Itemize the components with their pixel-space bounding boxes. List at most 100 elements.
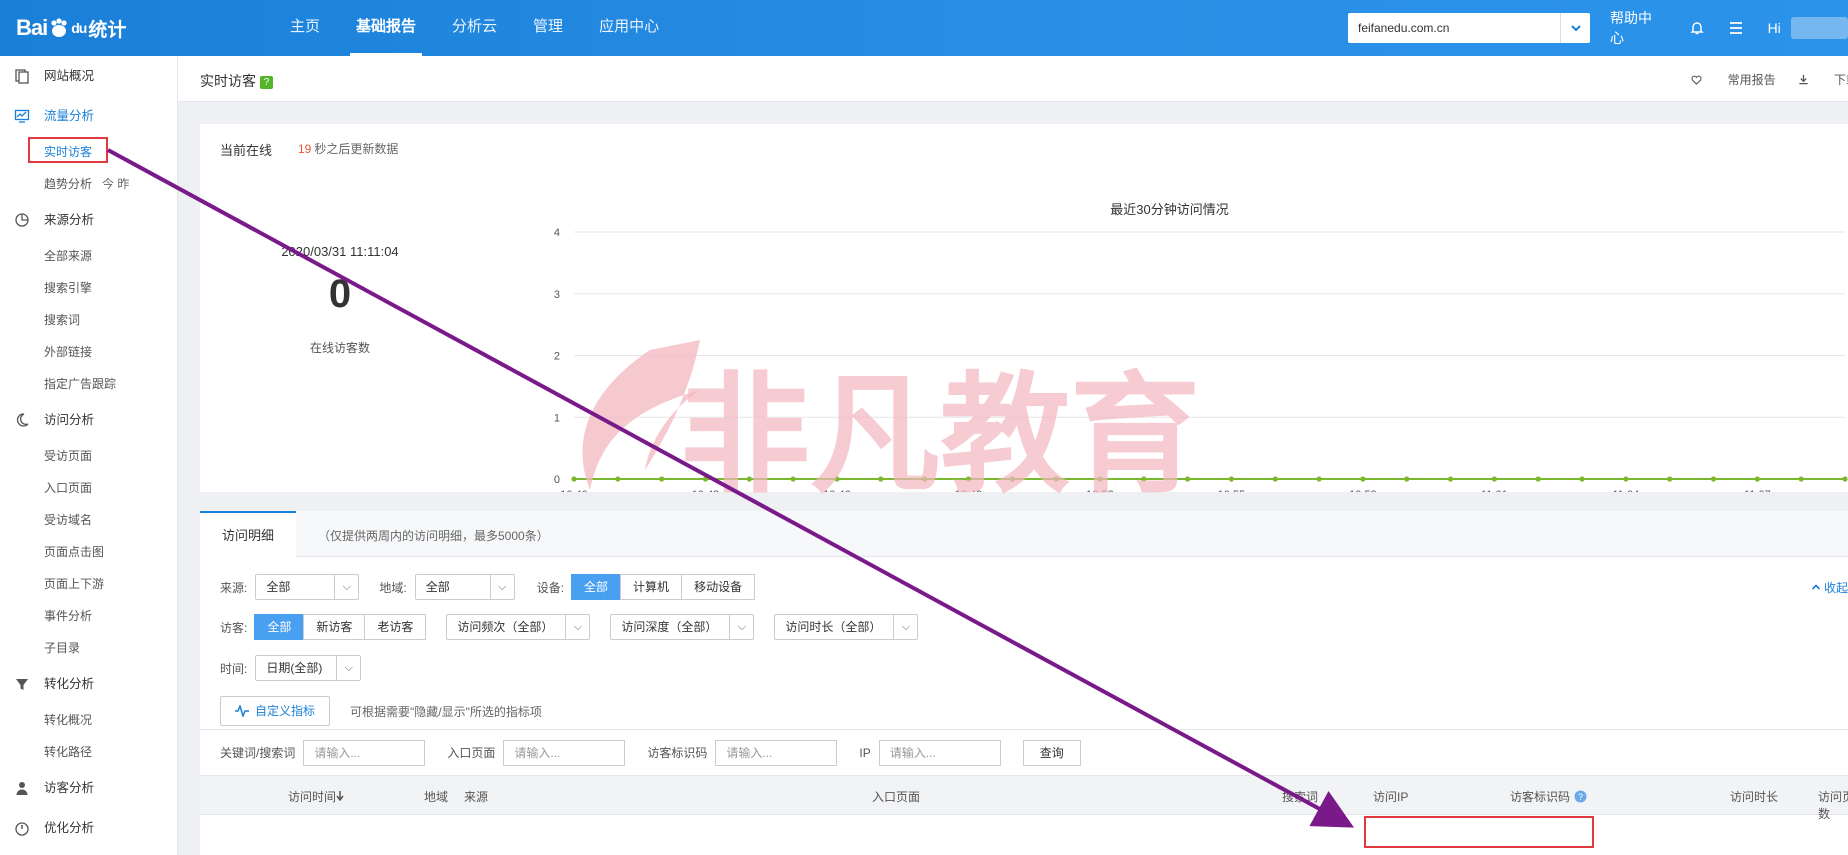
query-button[interactable]: 查询	[1022, 739, 1081, 766]
visits-line-chart: 最近30分钟访问情况 0 1 2 3 4 10:40 10:43 10:46 10:49 10:52…	[554, 202, 1848, 492]
sidebar-item-entry-pages[interactable]: 入口页面	[0, 472, 177, 504]
highlight-box-realtime	[28, 137, 108, 163]
nav-home[interactable]: 主页	[272, 0, 338, 56]
user-name-blurred[interactable]	[1790, 17, 1848, 39]
download-button[interactable]: 下载	[1798, 71, 1848, 88]
svg-text:?: ?	[1578, 792, 1583, 802]
date-select[interactable]: 日期(全部) ⌵	[255, 655, 362, 681]
sidebar-item-events[interactable]: 事件分析	[0, 600, 177, 632]
x-tick-label: 11:07	[1744, 489, 1771, 492]
pie-icon	[15, 213, 29, 227]
entry-page-input[interactable]: 请输入...	[503, 739, 626, 766]
y-tick-label: 4	[554, 227, 560, 239]
uv-point	[1447, 476, 1454, 482]
table-header: 访问时间 地域 来源 入口页面 搜索词 访问IP 访客标识码? 访问时长 访问页…	[200, 775, 1848, 821]
x-tick-label: 11:04	[1613, 489, 1640, 492]
sort-down-icon	[336, 791, 344, 802]
custom-metrics-button[interactable]: 自定义指标	[220, 696, 331, 726]
sidebar-item-trend[interactable]: 趋势分析今 昨	[0, 168, 177, 200]
chevron-down-icon[interactable]	[1560, 13, 1590, 43]
baidu-tongji-logo[interactable]: Bai du 统计	[16, 10, 126, 46]
sidebar-group-overview[interactable]: 网站概况	[0, 56, 177, 96]
favorite-report-button[interactable]: 常用报告	[1691, 71, 1776, 88]
col-visit-ip: 访问IP	[1373, 790, 1409, 804]
sidebar-item-visited-pages[interactable]: 受访页面	[0, 440, 177, 472]
uv-point	[1009, 476, 1015, 482]
uv-point	[1097, 476, 1103, 482]
sidebar-group-optimize[interactable]: 优化分析	[0, 808, 177, 848]
collapse-filters-link[interactable]: 收起筛	[1811, 579, 1848, 596]
uv-point	[1623, 476, 1629, 482]
visit-duration-select[interactable]: 访问时长（全部） ⌵	[774, 614, 919, 640]
sidebar-item-conversion-path[interactable]: 转化路径	[0, 736, 177, 768]
uv-point	[1798, 476, 1804, 482]
question-icon[interactable]: ?	[1574, 790, 1587, 803]
sidebar-item-all-sources[interactable]: 全部来源	[0, 240, 177, 272]
page-title: 实时访客?	[200, 71, 273, 91]
col-source: 来源	[464, 790, 489, 804]
sidebar-item-search-engine[interactable]: 搜索引擎	[0, 272, 177, 304]
uv-point	[659, 476, 665, 482]
y-tick-label: 0	[554, 474, 560, 486]
bell-icon[interactable]	[1687, 18, 1706, 38]
uv-point	[1228, 476, 1235, 482]
region-select[interactable]: 全部 ⌵	[414, 574, 515, 600]
menu-list-icon[interactable]	[1726, 18, 1745, 38]
sidebar-item-search-terms[interactable]: 搜索词	[0, 304, 177, 336]
nav-analysis-cloud[interactable]: 分析云	[434, 0, 515, 56]
top-right-tools: 帮助中心 Hi	[1610, 0, 1848, 56]
nav-basic-report[interactable]: 基础报告	[338, 0, 434, 56]
nav-app-center[interactable]: 应用中心	[581, 0, 677, 56]
device-all-button[interactable]: 全部	[571, 574, 622, 600]
user-greeting[interactable]: Hi	[1768, 20, 1781, 36]
sidebar-item-visited-domains[interactable]: 受访域名	[0, 504, 177, 536]
pulse-icon	[235, 705, 249, 717]
site-select[interactable]: feifanedu.com.cn	[1348, 13, 1590, 43]
device-mobile-button[interactable]: 移动设备	[681, 574, 756, 600]
sidebar-item-click-map[interactable]: 页面点击图	[0, 536, 177, 568]
uv-point	[571, 476, 577, 482]
sidebar-group-conversion[interactable]: 转化分析	[0, 664, 177, 704]
source-select[interactable]: 全部 ⌵	[255, 574, 360, 600]
filter-row-3: 时间: 日期(全部) ⌵	[220, 654, 362, 682]
nav-manage[interactable]: 管理	[515, 0, 581, 56]
visitor-returning-button[interactable]: 老访客	[364, 614, 427, 640]
sidebar-group-visitor[interactable]: 访客分析	[0, 768, 177, 808]
sidebar-item-page-flow[interactable]: 页面上下游	[0, 568, 177, 600]
sidebar-group-visit[interactable]: 访问分析	[0, 400, 177, 440]
col-visit-time[interactable]: 访问时间	[288, 788, 344, 805]
uv-point	[834, 476, 840, 482]
main-content: 实时访客? 常用报告 下载 当前在线 19秒之后更新数据 2020/03/31 …	[178, 56, 1848, 855]
y-tick-label: 1	[554, 412, 560, 424]
col-page-count: 访问页数	[1818, 790, 1848, 821]
main-nav: 主页 基础报告 分析云 管理 应用中心	[272, 0, 677, 56]
custom-metrics-row: 自定义指标 可根据需要"隐藏/显示"所选的指标项	[220, 695, 542, 727]
x-tick-label: 10:52	[1086, 489, 1114, 492]
sidebar-item-ad-tracking[interactable]: 指定广告跟踪	[0, 368, 177, 400]
sidebar-item-conversion-overview[interactable]: 转化概况	[0, 704, 177, 736]
visitor-new-button[interactable]: 新访客	[303, 614, 366, 640]
col-entry-page: 入口页面	[872, 790, 921, 804]
visit-frequency-select[interactable]: 访问频次（全部） ⌵	[446, 614, 591, 640]
device-computer-button[interactable]: 计算机	[620, 574, 683, 600]
funnel-icon	[16, 679, 28, 690]
sidebar-item-subdirectory[interactable]: 子目录	[0, 632, 177, 664]
ip-input[interactable]: 请输入...	[878, 739, 1001, 766]
heart-icon	[1691, 75, 1702, 85]
visit-depth-select[interactable]: 访问深度（全部） ⌵	[610, 614, 755, 640]
help-icon[interactable]: ?	[260, 76, 273, 89]
sidebar-group-traffic[interactable]: 流量分析	[0, 96, 177, 136]
uv-point	[1579, 476, 1585, 482]
uv-point	[1491, 476, 1497, 482]
x-tick-label: 10:46	[823, 489, 851, 492]
visitor-id-input[interactable]: 请输入...	[715, 739, 838, 766]
keyword-input[interactable]: 请输入...	[303, 739, 426, 766]
user-icon	[16, 782, 28, 795]
uv-point	[1842, 476, 1848, 482]
sidebar-group-source[interactable]: 来源分析	[0, 200, 177, 240]
sidebar-item-external-links[interactable]: 外部链接	[0, 336, 177, 368]
x-tick-label: 10:43	[692, 489, 720, 492]
tab-visit-detail[interactable]: 访问明细	[200, 511, 296, 557]
visitor-all-button[interactable]: 全部	[254, 614, 305, 640]
help-center-link[interactable]: 帮助中心	[1610, 8, 1663, 48]
